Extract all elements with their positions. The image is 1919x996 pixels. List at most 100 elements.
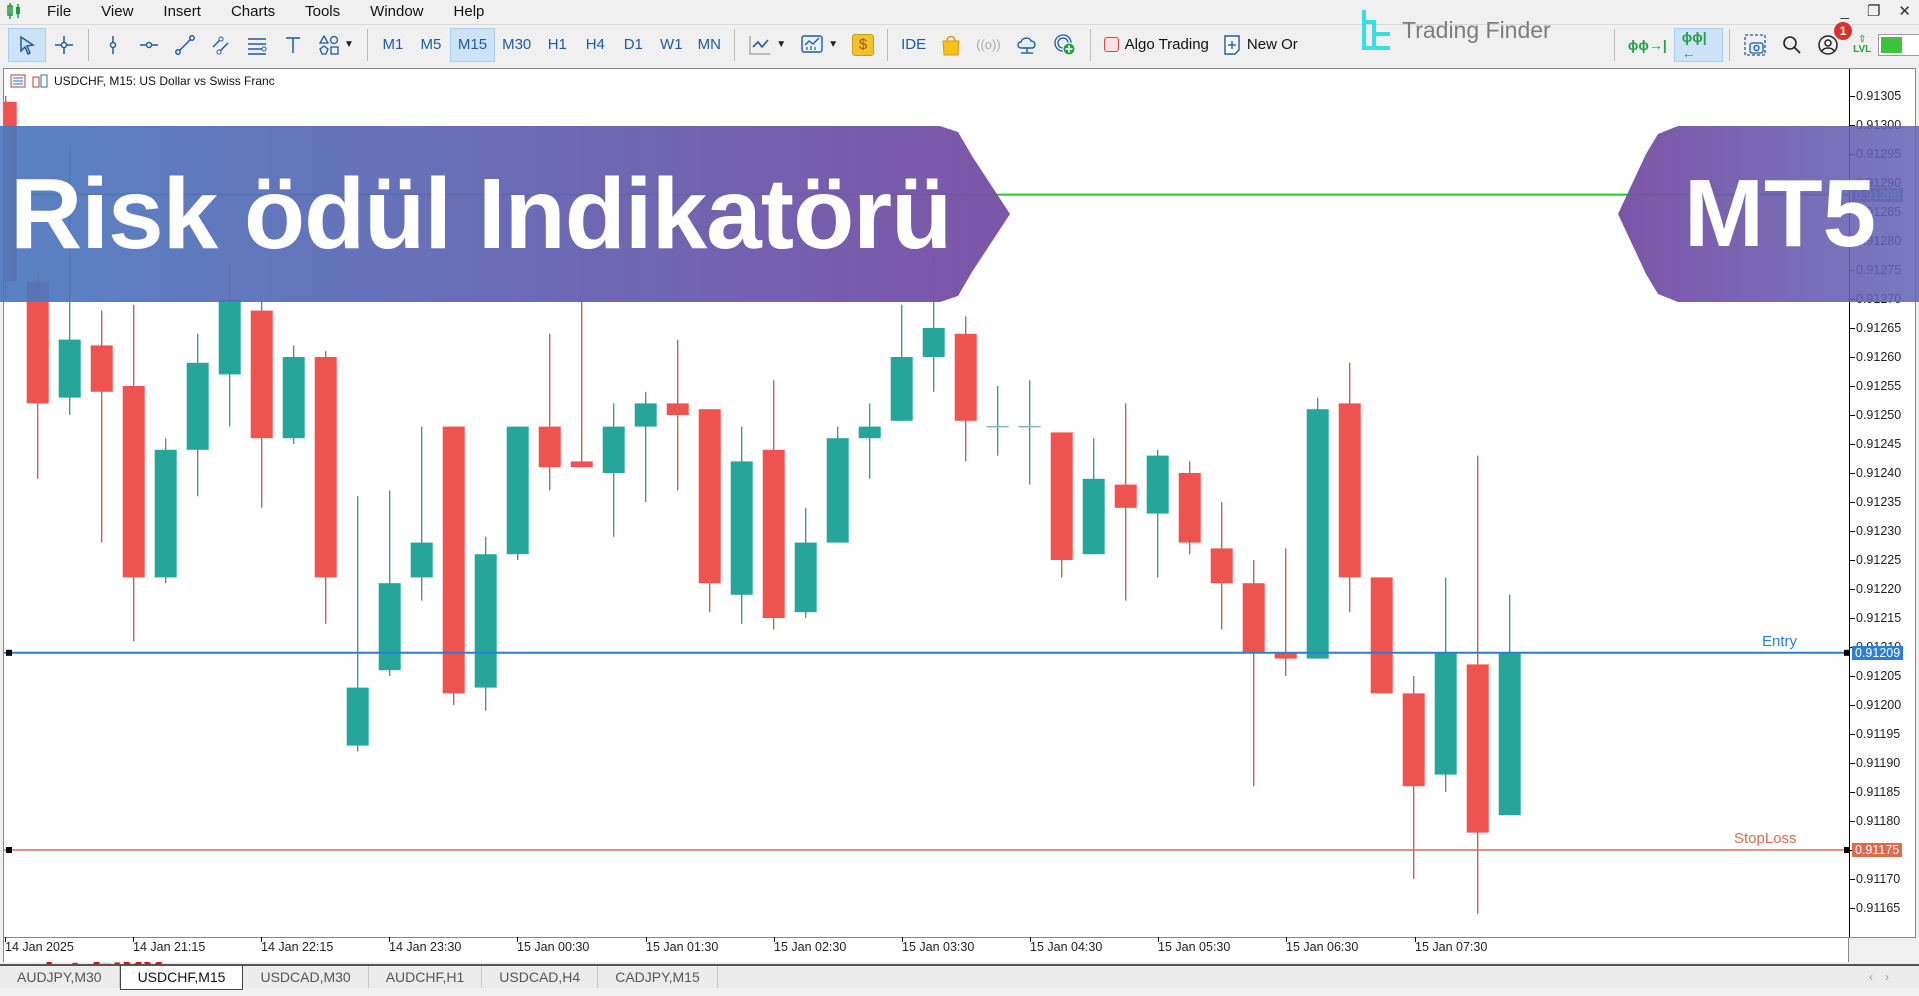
chart-shift-button[interactable]: ɸɸ→| <box>1621 28 1674 62</box>
shapes-tool-button[interactable]: ▼ <box>311 28 361 62</box>
minimize-button[interactable]: _ <box>1841 3 1849 20</box>
cursor-arrow-icon <box>20 35 35 55</box>
ide-button[interactable]: IDE <box>894 28 933 62</box>
dropdown-arrow-icon[interactable]: ▼ <box>828 39 838 50</box>
equidistant-channel-tool-button[interactable] <box>203 28 239 62</box>
price-tick-label: 0.91265 <box>1850 321 1901 335</box>
timeframe-w1-button[interactable]: W1 <box>652 28 690 62</box>
indicators-button[interactable]: ▼ <box>793 28 845 62</box>
vertical-line-tool-button[interactable] <box>95 28 131 62</box>
timeframe-m5-button[interactable]: M5 <box>412 28 450 62</box>
candle-body <box>314 357 337 578</box>
autoscroll-icon: ɸɸ|← <box>1681 29 1707 61</box>
candle-body <box>858 426 881 439</box>
banner-title: Risk ödül Indikatörü <box>10 157 952 270</box>
stoploss-price-tag: 0.91175 <box>1852 843 1903 857</box>
menu-file[interactable]: File <box>32 3 86 20</box>
dollar-icon: $ <box>852 33 875 56</box>
menu-insert[interactable]: Insert <box>148 3 216 20</box>
dropdown-arrow-icon[interactable]: ▼ <box>776 39 786 50</box>
menu-charts[interactable]: Charts <box>216 3 290 20</box>
close-button[interactable]: ✕ <box>1898 2 1911 20</box>
time-tick-label: 14 Jan 22:15 <box>261 937 334 954</box>
chart-tab[interactable]: USDCAD,M30 <box>243 966 369 988</box>
candle-body <box>506 426 529 555</box>
candle-body <box>90 345 113 392</box>
broadcast-icon: ((o)) <box>976 37 1001 52</box>
cursor-tool-button[interactable] <box>8 27 46 62</box>
vertical-line-icon <box>109 35 117 54</box>
banner-platform: MT5 <box>1684 160 1876 267</box>
vps-button[interactable] <box>1008 28 1046 62</box>
timeframe-m15-button[interactable]: M15 <box>449 27 496 62</box>
price-tick-label: 0.91195 <box>1850 727 1900 741</box>
timeframe-mn-button[interactable]: MN <box>690 28 728 62</box>
trading-finder-watermark: Trading Finder <box>1360 8 1551 52</box>
price-tick-label: 0.91250 <box>1850 408 1901 422</box>
timeframe-m30-button[interactable]: M30 <box>495 28 538 62</box>
level-progress-fill <box>1881 37 1902 53</box>
toolbar-separator <box>887 28 889 61</box>
toolbar-separator <box>1729 29 1731 61</box>
candle-body <box>218 299 241 375</box>
algo-trading-button[interactable]: Algo Trading <box>1097 28 1216 62</box>
price-tick-label: 0.91235 <box>1850 495 1901 509</box>
menu-window[interactable]: Window <box>355 3 438 20</box>
menu-help[interactable]: Help <box>439 3 500 20</box>
menu-bar: File View Insert Charts Tools Window Hel… <box>0 0 1919 22</box>
menu-tools[interactable]: Tools <box>290 3 355 20</box>
level-progress-bar <box>1878 34 1919 56</box>
account-button[interactable]: 1 <box>1810 22 1853 62</box>
trendline-tool-button[interactable] <box>167 28 203 62</box>
candle-body <box>1178 473 1201 543</box>
signals-button[interactable]: ((o)) <box>969 28 1008 62</box>
chart-type-button[interactable]: ▼ <box>741 28 793 62</box>
timeframe-h1-button[interactable]: H1 <box>538 28 576 62</box>
toolbar-separator <box>734 28 736 61</box>
trading-button[interactable]: $ <box>845 28 881 62</box>
tab-scroll-arrows[interactable]: ‹› <box>1869 970 1901 984</box>
autoscroll-button[interactable]: ɸɸ|← <box>1673 28 1724 62</box>
price-tick-label: 0.91225 <box>1850 553 1901 567</box>
candle-body <box>250 310 273 439</box>
chart-tab[interactable]: CADJPY,M15 <box>598 966 718 988</box>
timeframe-m1-button[interactable]: M1 <box>374 28 412 62</box>
chart-list-icon <box>10 74 26 88</box>
screenshot-button[interactable] <box>1736 28 1774 62</box>
line-anchor-handle <box>6 847 12 853</box>
horizontal-line-tool-button[interactable] <box>131 28 167 62</box>
chart-title: USDCHF, M15: US Dollar vs Swiss Franc <box>54 74 275 88</box>
candle-body <box>474 554 497 688</box>
chart-window-icon <box>32 74 48 88</box>
candle-body <box>1114 484 1137 508</box>
chart-tab[interactable]: AUDCHF,H1 <box>369 966 483 988</box>
algo-trading-status-icon <box>1103 37 1119 52</box>
title-banner: Risk ödül Indikatörü <box>0 126 1010 302</box>
timeframe-d1-button[interactable]: D1 <box>614 28 652 62</box>
candle-body <box>698 409 721 584</box>
menu-view[interactable]: View <box>86 3 148 20</box>
market-button[interactable] <box>933 28 969 62</box>
chart-tab[interactable]: USDCAD,H4 <box>482 966 599 988</box>
chart-tab[interactable]: AUDJPY,M30 <box>0 966 120 988</box>
fibonacci-tool-button[interactable] <box>239 28 275 62</box>
toolbar-separator <box>366 28 368 61</box>
community-button[interactable] <box>1046 28 1084 62</box>
time-tick-label: 14 Jan 21:15 <box>133 937 206 954</box>
search-button[interactable] <box>1774 28 1810 62</box>
fibonacci-icon <box>248 37 267 55</box>
price-tick-label: 0.91245 <box>1850 437 1901 451</box>
candle-body <box>122 386 145 578</box>
timeframe-h4-button[interactable]: H4 <box>576 28 614 62</box>
text-tool-button[interactable] <box>275 28 311 62</box>
new-order-button[interactable]: New Or <box>1216 28 1305 62</box>
candle-body <box>410 542 433 578</box>
chart-tab-active[interactable]: USDCHF,M15 <box>119 966 244 990</box>
crosshair-tool-button[interactable] <box>46 28 82 62</box>
time-axis[interactable]: 14 Jan 2025 14 Jan 21:15 14 Jan 22:15 14 Ja… <box>3 937 1849 962</box>
dropdown-arrow-icon[interactable]: ▼ <box>344 39 354 50</box>
restore-button[interactable]: ❐ <box>1867 2 1880 20</box>
line-chart-icon <box>749 35 771 54</box>
toolbar: ▼ M1 M5 M15 M30 H1 H4 D1 W1 MN ▼ ▼ $ IDE… <box>0 22 1919 64</box>
candle-body <box>58 339 81 398</box>
